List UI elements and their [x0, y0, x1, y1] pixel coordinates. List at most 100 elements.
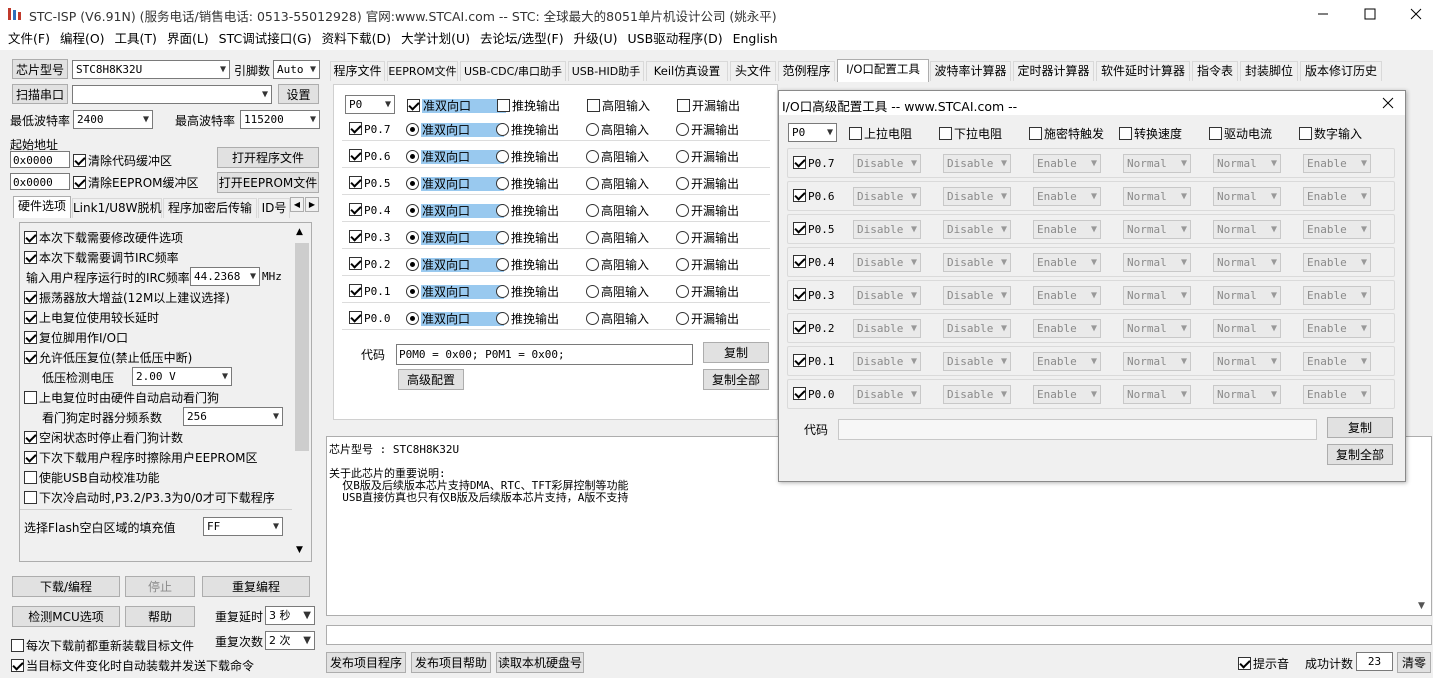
- menu-university[interactable]: 大学计划(U): [396, 28, 475, 50]
- menu-tools[interactable]: 工具(T): [110, 28, 162, 50]
- pin-mode-highz[interactable]: 高阻输入: [586, 310, 649, 327]
- close-icon[interactable]: [1406, 6, 1426, 22]
- pin-checkbox[interactable]: P0.4: [349, 203, 391, 217]
- adv-schmitt-select[interactable]: Enable ▼: [1033, 352, 1101, 371]
- pin-mode-highz[interactable]: 高阻输入: [586, 283, 649, 300]
- pin-mode-opendrain[interactable]: 开漏输出: [676, 148, 739, 165]
- mode-all-pushpull[interactable]: 推挽输出: [497, 97, 560, 114]
- tab-timer-calc[interactable]: 定时器计算器: [1013, 61, 1094, 81]
- adv-speed-select[interactable]: Normal ▼: [1123, 319, 1191, 338]
- adv-drive-select[interactable]: Normal ▼: [1213, 154, 1281, 173]
- adv-header-digital[interactable]: 数字输入: [1299, 125, 1362, 142]
- max-baud-select[interactable]: 115200 ▼: [240, 110, 320, 129]
- menu-program[interactable]: 编程(O): [55, 28, 110, 50]
- adv-drive-select[interactable]: Normal ▼: [1213, 385, 1281, 404]
- adv-pulldown-select[interactable]: Disable ▼: [943, 154, 1011, 173]
- option-wdt-auto[interactable]: 上电复位时由硬件自动启动看门狗: [24, 389, 219, 406]
- port-select[interactable]: ▼: [72, 85, 272, 104]
- tab-keil[interactable]: Keil仿真设置: [646, 61, 728, 81]
- menu-debug[interactable]: STC调试接口(G): [214, 28, 317, 50]
- advanced-config-button[interactable]: 高级配置: [398, 369, 464, 390]
- minimize-icon[interactable]: [1313, 6, 1333, 22]
- adv-schmitt-select[interactable]: Enable ▼: [1033, 253, 1101, 272]
- option-usb-calib[interactable]: 使能USB自动校准功能: [24, 469, 160, 486]
- tab-eeprom-file[interactable]: EEPROM文件: [387, 61, 458, 81]
- pin-checkbox[interactable]: P0.7: [349, 122, 391, 136]
- adv-pin-checkbox[interactable]: P0.2: [793, 321, 835, 335]
- pin-mode-opendrain[interactable]: 开漏输出: [676, 283, 739, 300]
- adv-drive-select[interactable]: Normal ▼: [1213, 352, 1281, 371]
- adv-pullup-select[interactable]: Disable ▼: [853, 187, 921, 206]
- adv-pulldown-select[interactable]: Disable ▼: [943, 253, 1011, 272]
- adv-pulldown-select[interactable]: Disable ▼: [943, 286, 1011, 305]
- menu-upgrade[interactable]: 升级(U): [569, 28, 623, 50]
- pin-mode-pushpull[interactable]: 推挽输出: [496, 229, 559, 246]
- tab-package[interactable]: 封装脚位: [1240, 61, 1298, 81]
- adv-pulldown-select[interactable]: Disable ▼: [943, 220, 1011, 239]
- adv-drive-select[interactable]: Normal ▼: [1213, 253, 1281, 272]
- menu-english[interactable]: English: [728, 28, 783, 50]
- pin-mode-quasi[interactable]: 准双向口: [406, 283, 505, 300]
- adv-pulldown-select[interactable]: Disable ▼: [943, 319, 1011, 338]
- adv-pullup-select[interactable]: Disable ▼: [853, 220, 921, 239]
- pin-mode-pushpull[interactable]: 推挽输出: [496, 148, 559, 165]
- pin-mode-pushpull[interactable]: 推挽输出: [496, 202, 559, 219]
- mode-all-quasi[interactable]: 准双向口: [407, 97, 507, 114]
- tab-header[interactable]: 头文件: [730, 61, 776, 81]
- lvd-select[interactable]: 2.00 V ▼: [132, 367, 232, 386]
- adv-schmitt-select[interactable]: Enable ▼: [1033, 319, 1101, 338]
- publish-help-button[interactable]: 发布项目帮助: [411, 652, 491, 673]
- option-erase-eeprom[interactable]: 下次下载用户程序时擦除用户EEPROM区: [24, 449, 258, 466]
- pin-mode-pushpull[interactable]: 推挽输出: [496, 310, 559, 327]
- adv-schmitt-select[interactable]: Enable ▼: [1033, 154, 1101, 173]
- pin-checkbox[interactable]: P0.3: [349, 230, 391, 244]
- menu-forum[interactable]: 去论坛/选型(F): [475, 28, 569, 50]
- menu-view[interactable]: 界面(L): [162, 28, 214, 50]
- pin-mode-opendrain[interactable]: 开漏输出: [676, 202, 739, 219]
- pin-mode-highz[interactable]: 高阻输入: [586, 148, 649, 165]
- adv-pin-checkbox[interactable]: P0.1: [793, 354, 835, 368]
- adv-digital-select[interactable]: Enable ▼: [1303, 154, 1371, 173]
- adv-pullup-select[interactable]: Disable ▼: [853, 154, 921, 173]
- info-scroll-down-icon[interactable]: ▼: [1418, 601, 1425, 611]
- pin-checkbox[interactable]: P0.0: [349, 311, 391, 325]
- adv-speed-select[interactable]: Normal ▼: [1123, 187, 1191, 206]
- adv-speed-select[interactable]: Normal ▼: [1123, 154, 1191, 173]
- pin-mode-pushpull[interactable]: 推挽输出: [496, 283, 559, 300]
- adv-schmitt-select[interactable]: Enable ▼: [1033, 286, 1101, 305]
- pin-mode-highz[interactable]: 高阻输入: [586, 256, 649, 273]
- maximize-icon[interactable]: [1360, 6, 1380, 22]
- tab-examples[interactable]: 范例程序: [778, 61, 835, 81]
- chip-model-select[interactable]: STC8H8K32U ▼: [72, 60, 230, 79]
- adv-pulldown-select[interactable]: Disable ▼: [943, 187, 1011, 206]
- tab-link1[interactable]: Link1/U8W脱机: [72, 198, 162, 218]
- tab-usb-cdc[interactable]: USB-CDC/串口助手: [460, 61, 566, 81]
- io-port-select[interactable]: P0 ▼: [345, 95, 395, 114]
- adv-header-pullup[interactable]: 上拉电阻: [849, 125, 912, 142]
- adv-speed-select[interactable]: Normal ▼: [1123, 352, 1191, 371]
- pin-mode-quasi[interactable]: 准双向口: [406, 175, 505, 192]
- pin-mode-quasi[interactable]: 准双向口: [406, 229, 505, 246]
- open-eeprom-button[interactable]: 打开EEPROM文件: [217, 172, 319, 193]
- adv-drive-select[interactable]: Normal ▼: [1213, 220, 1281, 239]
- tab-baud-calc[interactable]: 波特率计算器: [930, 61, 1011, 81]
- adv-pin-checkbox[interactable]: P0.4: [793, 255, 835, 269]
- scroll-thumb[interactable]: [295, 243, 309, 451]
- adv-header-schmitt[interactable]: 施密特触发: [1029, 125, 1104, 142]
- tab-scroll-left-icon[interactable]: ◀: [290, 197, 304, 212]
- publish-program-button[interactable]: 发布项目程序: [326, 652, 406, 673]
- chip-model-button[interactable]: 芯片型号: [12, 59, 68, 79]
- pin-mode-pushpull[interactable]: 推挽输出: [496, 175, 559, 192]
- repeat-delay-select[interactable]: 3 秒 ▼: [265, 606, 315, 625]
- io-copy-button[interactable]: 复制: [703, 342, 769, 363]
- adv-digital-select[interactable]: Enable ▼: [1303, 220, 1371, 239]
- adv-digital-select[interactable]: Enable ▼: [1303, 385, 1371, 404]
- dialog-close-icon[interactable]: [1379, 95, 1397, 111]
- pin-checkbox[interactable]: P0.1: [349, 284, 391, 298]
- tab-usb-hid[interactable]: USB-HID助手: [568, 61, 644, 81]
- repeat-count-select[interactable]: 2 次 ▼: [265, 631, 315, 650]
- pin-mode-opendrain[interactable]: 开漏输出: [676, 121, 739, 138]
- pin-mode-highz[interactable]: 高阻输入: [586, 175, 649, 192]
- pin-mode-quasi[interactable]: 准双向口: [406, 121, 505, 138]
- adv-drive-select[interactable]: Normal ▼: [1213, 187, 1281, 206]
